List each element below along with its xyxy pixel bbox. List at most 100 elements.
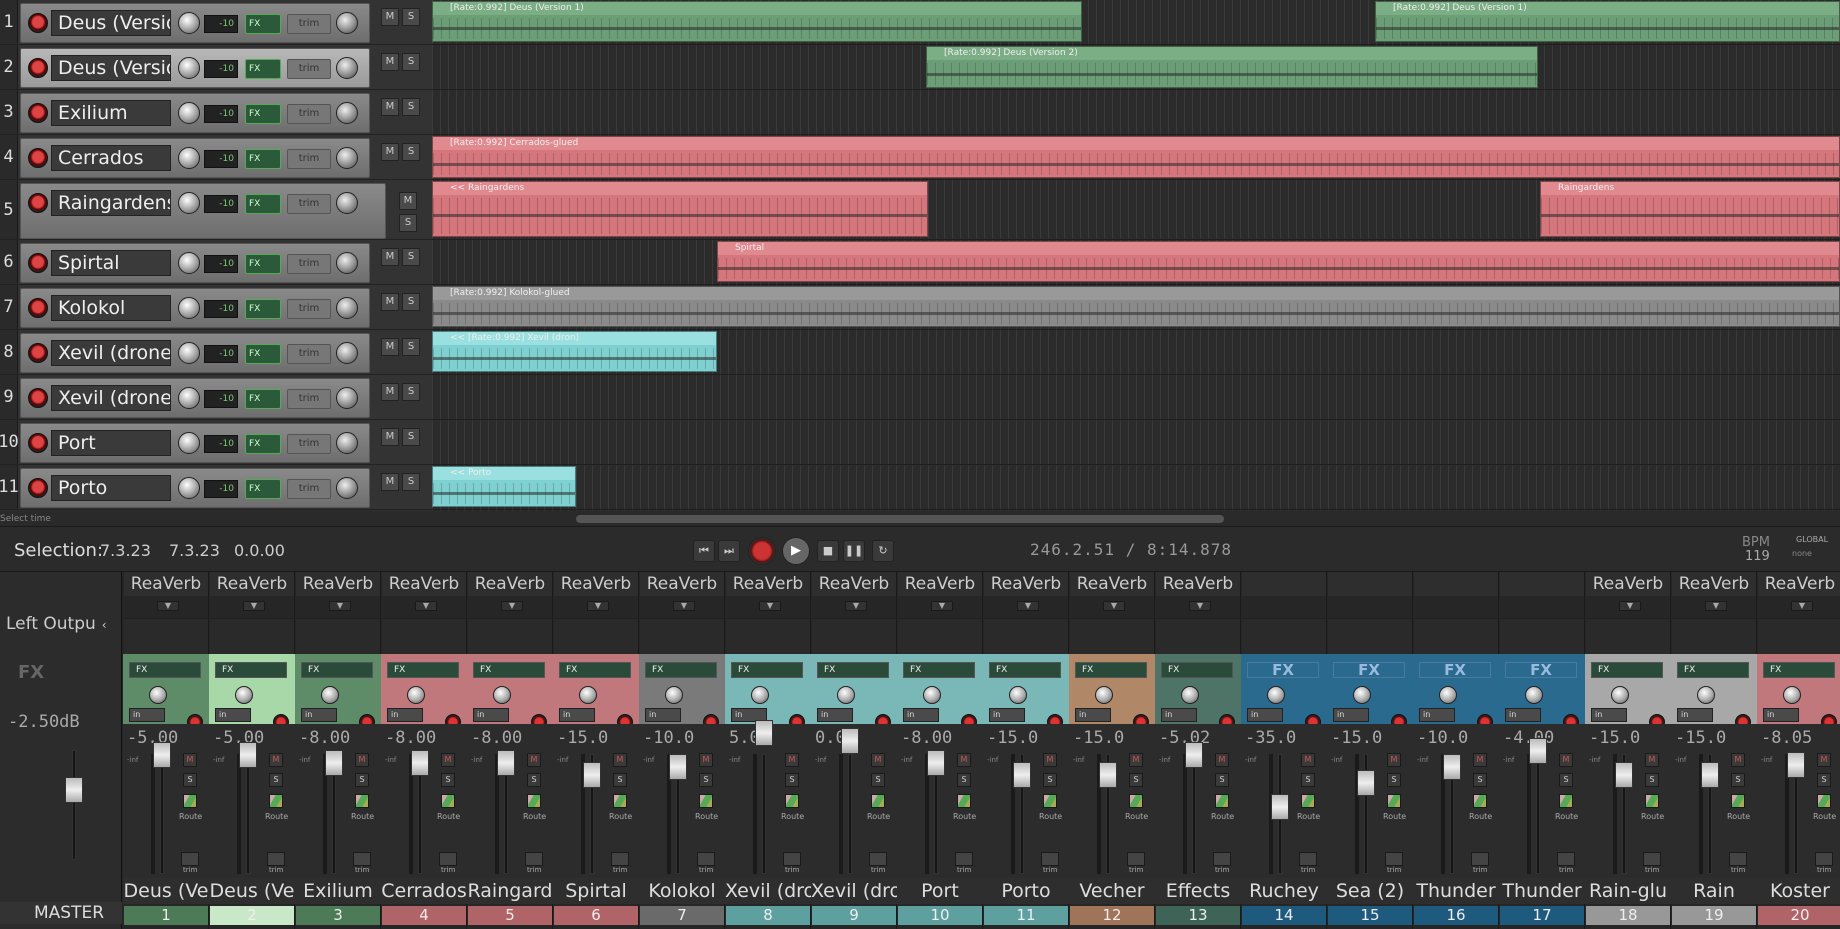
track-panel[interactable]: Xevil (drone) -10 FX trim [20, 378, 370, 418]
track-name[interactable]: Deus (Version 1) [51, 10, 171, 36]
input-button[interactable]: in [387, 708, 423, 722]
strip-fx-button[interactable]: FX [1591, 662, 1663, 678]
pan-knob[interactable] [336, 477, 358, 499]
route-icon[interactable] [527, 794, 541, 808]
volume-knob[interactable] [178, 147, 200, 169]
pan-knob[interactable] [1353, 686, 1371, 704]
pan-knob[interactable] [837, 686, 855, 704]
track-lane[interactable] [432, 375, 1840, 420]
send-area[interactable] [1242, 618, 1326, 656]
track-panel[interactable]: Port -10 FX trim [20, 423, 370, 463]
send-area[interactable] [1586, 618, 1670, 656]
solo-button[interactable]: S [1817, 773, 1831, 787]
volume-fader[interactable] [325, 750, 343, 776]
volume-knob[interactable] [178, 252, 200, 274]
mute-button[interactable]: M [1129, 753, 1143, 767]
horizontal-scrollbar[interactable] [432, 515, 1840, 523]
mute-button[interactable]: M [1301, 753, 1315, 767]
fx-slot[interactable]: ReaVerb [210, 572, 294, 596]
track-name[interactable]: Xevil (drone) [51, 385, 171, 411]
volume-fader[interactable] [153, 742, 171, 768]
strip-fx-button[interactable]: FX [129, 662, 201, 678]
track-name[interactable]: Cerrados [51, 145, 171, 171]
solo-button[interactable]: S [1215, 773, 1229, 787]
input-button[interactable]: in [473, 708, 509, 722]
fx-dropdown-icon[interactable]: ▼ [1017, 601, 1039, 611]
route-icon[interactable] [1387, 794, 1401, 808]
input-button[interactable]: in [215, 708, 251, 722]
volume-knob[interactable] [178, 297, 200, 319]
left-output-label[interactable]: Left Outpu [6, 614, 107, 634]
pan-knob[interactable] [321, 686, 339, 704]
input-button[interactable]: in [1419, 708, 1455, 722]
mixer-strip[interactable]: ReaVerb ▼ FX in -8.00 -inf M S Route trim Exilium 3 [295, 572, 381, 929]
fx-dropdown-icon[interactable]: ▼ [501, 601, 523, 611]
fx-button[interactable]: FX [245, 299, 281, 319]
send-area[interactable] [1070, 618, 1154, 656]
mixer-strip[interactable]: ReaVerb ▼ FX in -15.0 -inf M S Route trim Rain-glu… [1585, 572, 1671, 929]
solo-button[interactable]: S [269, 773, 283, 787]
pan-knob[interactable] [336, 147, 358, 169]
pan-knob[interactable] [336, 252, 358, 274]
strip-fx-button[interactable]: FX [387, 662, 459, 678]
media-item[interactable]: << Porto [432, 466, 576, 507]
fx-slot[interactable]: ReaVerb [1156, 572, 1240, 596]
track-lane[interactable] [432, 90, 1840, 135]
send-area[interactable] [726, 618, 810, 656]
trim-button[interactable]: trim [287, 434, 331, 454]
pan-knob[interactable] [751, 686, 769, 704]
mute-button[interactable]: M [381, 143, 399, 161]
pan-knob[interactable] [336, 342, 358, 364]
fx-dropdown-icon[interactable]: ▼ [415, 601, 437, 611]
solo-button[interactable]: S [871, 773, 885, 787]
trim-icon[interactable] [1041, 852, 1059, 866]
solo-button[interactable]: S [399, 214, 417, 232]
pan-knob[interactable] [235, 686, 253, 704]
mute-button[interactable]: M [399, 192, 417, 210]
mixer-strip[interactable]: ReaVerb ▼ FX in -5.02 -inf M S Route trim Effects 1… [1155, 572, 1241, 929]
pan-knob[interactable] [1095, 686, 1113, 704]
trim-button[interactable]: trim [287, 194, 331, 214]
track-panel[interactable]: Deus (Version 2) -10 FX trim [20, 48, 370, 88]
pan-knob[interactable] [1267, 686, 1285, 704]
trim-button[interactable]: trim [287, 149, 331, 169]
mute-button[interactable]: M [381, 383, 399, 401]
route-icon[interactable] [1731, 794, 1745, 808]
trim-icon[interactable] [1557, 852, 1575, 866]
track-name[interactable]: Xevil (drone) [51, 340, 171, 366]
strip-fx-button[interactable]: FX [215, 662, 287, 678]
trim-icon[interactable] [1729, 852, 1747, 866]
repeat-button[interactable]: ↻ [872, 540, 894, 562]
fx-dropdown-icon[interactable]: ▼ [1791, 601, 1813, 611]
route-icon[interactable] [871, 794, 885, 808]
track-row[interactable]: 1 Deus (Version 1) -10 FX trim M S [0, 0, 432, 45]
go-to-start-button[interactable]: ⏮ [693, 540, 715, 562]
send-area[interactable] [124, 618, 208, 656]
mute-button[interactable]: M [1559, 753, 1573, 767]
track-panel[interactable]: Porto -10 FX trim [20, 468, 370, 508]
solo-button[interactable]: S [1559, 773, 1573, 787]
trim-button[interactable]: trim [287, 104, 331, 124]
solo-button[interactable]: S [613, 773, 627, 787]
track-panel[interactable]: Spirtal -10 FX trim [20, 243, 370, 283]
trim-button[interactable]: trim [287, 14, 331, 34]
input-button[interactable]: in [817, 708, 853, 722]
trim-icon[interactable] [1127, 852, 1145, 866]
track-row[interactable]: 9 Xevil (drone) -10 FX trim M S [0, 375, 432, 420]
route-icon[interactable] [1473, 794, 1487, 808]
fx-button[interactable]: FX [245, 254, 281, 274]
mixer-strip[interactable]: FXin-4.00-infMSRoutetrimThunder17 [1499, 572, 1585, 929]
mute-button[interactable]: M [381, 293, 399, 311]
mute-button[interactable]: M [381, 98, 399, 116]
pan-knob[interactable] [336, 102, 358, 124]
media-item[interactable]: Spirtal [717, 241, 1840, 282]
trim-icon[interactable] [611, 852, 629, 866]
send-area[interactable] [468, 618, 552, 656]
track-panel[interactable]: Raingardens -10 FX trim [20, 183, 386, 239]
trim-button[interactable]: trim [287, 389, 331, 409]
volume-fader[interactable] [497, 750, 515, 776]
master-fader[interactable] [65, 777, 83, 803]
volume-knob[interactable] [178, 387, 200, 409]
mixer-strip[interactable]: FX in -15.0 -inf M S Route trim Sea (2) 15 [1327, 572, 1413, 929]
fx-dropdown-icon[interactable]: ▼ [759, 601, 781, 611]
